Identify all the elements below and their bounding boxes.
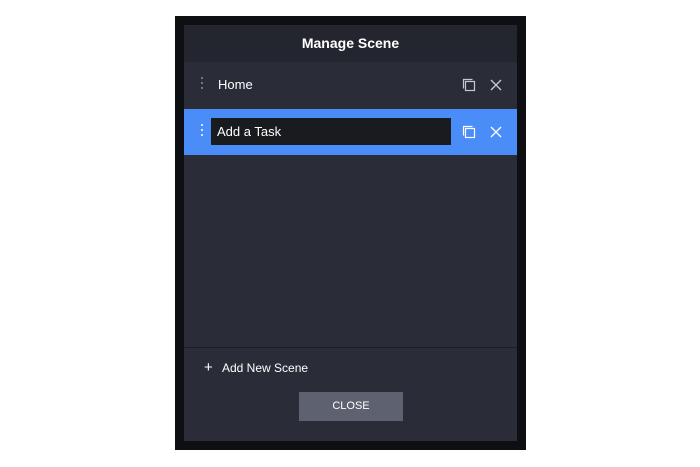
plus-icon: + bbox=[204, 359, 213, 376]
copy-icon[interactable] bbox=[460, 123, 478, 141]
dialog-title: Manage Scene bbox=[184, 25, 517, 62]
divider bbox=[184, 347, 517, 348]
close-button[interactable]: CLOSE bbox=[299, 392, 403, 421]
scene-label: Home bbox=[218, 77, 253, 92]
dialog-frame: Manage Scene Home Add a Task + Add New S… bbox=[175, 16, 526, 450]
scene-row-editing[interactable] bbox=[184, 109, 517, 155]
add-new-scene-label: Add New Scene bbox=[222, 361, 309, 375]
scene-name-input[interactable] bbox=[211, 118, 451, 145]
scene-row-home[interactable]: Home bbox=[184, 62, 517, 108]
close-icon[interactable] bbox=[487, 76, 505, 94]
copy-icon[interactable] bbox=[460, 76, 478, 94]
drag-handle-icon[interactable] bbox=[200, 77, 204, 91]
drag-handle-icon[interactable] bbox=[200, 124, 204, 138]
close-icon[interactable] bbox=[487, 123, 505, 141]
add-new-scene-button[interactable]: + Add New Scene bbox=[204, 358, 308, 378]
manage-scene-dialog: Manage Scene Home Add a Task + Add New S… bbox=[184, 25, 517, 441]
